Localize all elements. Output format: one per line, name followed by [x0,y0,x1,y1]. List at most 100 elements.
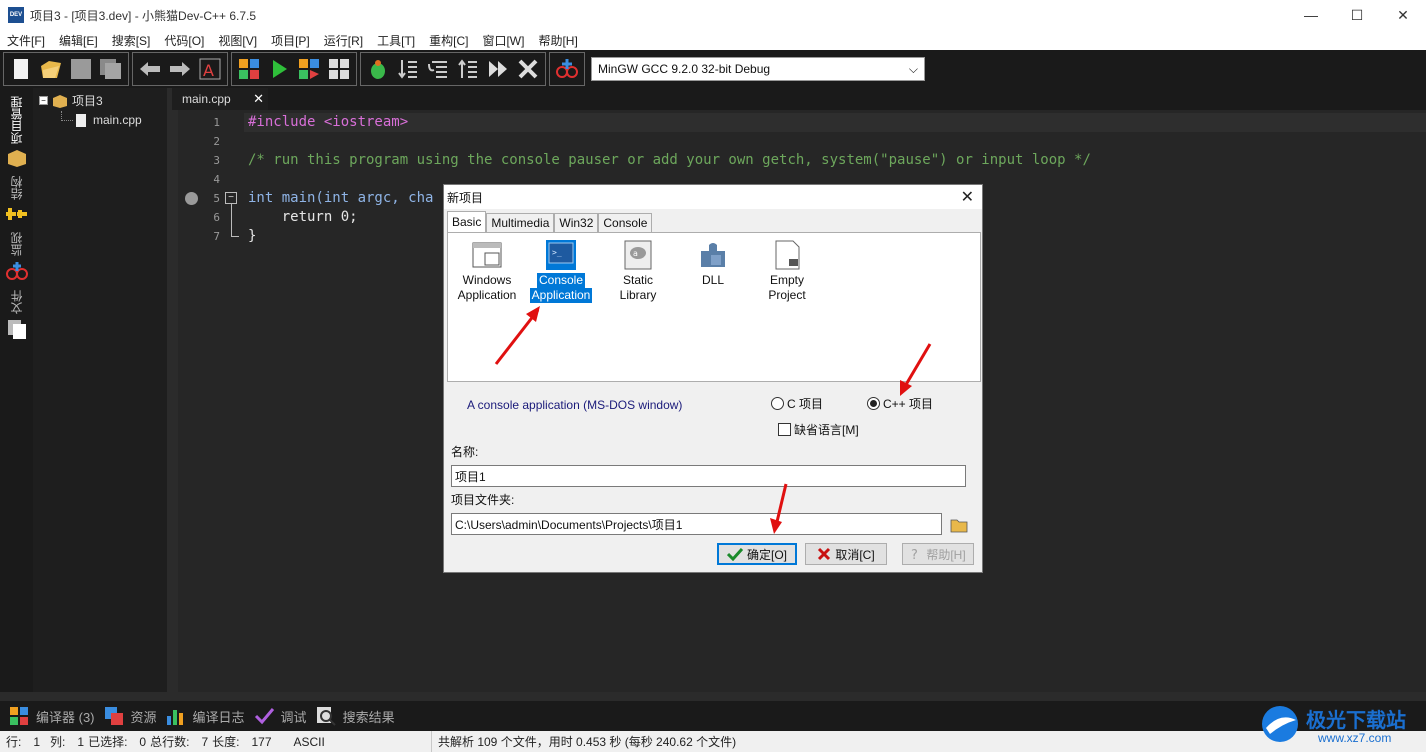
breakpoint-icon[interactable] [185,192,198,205]
add-watch-icon[interactable] [554,56,580,82]
tab-multimedia[interactable]: Multimedia [486,213,555,232]
collapse-icon[interactable]: − [39,96,48,105]
save-all-icon[interactable] [98,56,124,82]
project-name-field[interactable]: 项目1 [451,465,966,487]
tree-node-project[interactable]: − 项目3 [33,91,167,110]
radio-c-circle[interactable] [771,397,784,410]
new-file-icon[interactable] [8,56,34,82]
checkmark-icon [253,705,275,727]
tab-project-manager[interactable]: 项目管理 [0,92,33,168]
step-into-icon[interactable] [395,56,421,82]
default-language-checkbox[interactable]: 缺省语言[M] [778,421,859,438]
save-icon[interactable] [68,56,94,82]
menu-view[interactable]: 视图[V] [211,32,264,49]
tab-compile-log[interactable]: 编译日志 [165,705,245,727]
compile-grid-icon[interactable] [236,56,262,82]
menu-file[interactable]: 文件[F] [0,32,52,49]
run-play-icon[interactable] [266,56,292,82]
tree-node-file[interactable]: main.cpp [33,110,167,129]
tree-connector [61,110,73,121]
line-number: 7 [213,230,220,243]
fold-minus-icon[interactable]: − [225,192,237,204]
template-label: Console [536,273,586,288]
compiler-grid-icon [8,705,30,727]
ok-button[interactable]: 确定[O] [717,543,797,565]
template-dll[interactable]: DLL [680,239,746,288]
radio-cpp-project[interactable]: C++ 项目 [867,395,933,412]
toolbar: A MinGW GCC 9.2.0 32-bit Debug ⌵ [0,50,1426,88]
menu-help[interactable]: 帮助[H] [531,32,584,49]
continue-icon[interactable] [485,56,511,82]
watermark-logo: 极光下载站 www.xz7.com [1258,700,1418,748]
status-bar: 行: 1 列: 1 已选择: 0 总行数: 7 长度: 177 ASCII 共解… [0,731,1426,752]
menu-tools[interactable]: 工具[T] [370,32,422,49]
browse-folder-icon[interactable] [948,514,970,536]
tab-watch[interactable]: 监视 [0,228,33,282]
menu-code[interactable]: 代码[O] [157,32,211,49]
menu-project[interactable]: 项目[P] [264,32,317,49]
tab-compiler[interactable]: 编译器 (3) [8,705,95,727]
status-position: 行: 1 列: 1 已选择: 0 总行数: 7 长度: 177 ASCII [0,731,432,752]
rebuild-grid-icon[interactable] [326,56,352,82]
menu-run[interactable]: 运行[R] [317,32,370,49]
redo-arrow-icon[interactable] [167,56,193,82]
dialog-close-icon[interactable]: ✕ [961,187,974,207]
tab-console[interactable]: Console [598,213,653,232]
project-folder-field[interactable]: C:\Users\admin\Documents\Projects\项目1 [451,513,942,535]
bar-chart-icon [165,705,187,727]
step-out-icon[interactable] [455,56,481,82]
menu-edit[interactable]: 编辑[E] [52,32,105,49]
checkbox-box[interactable] [778,423,791,436]
tab-files[interactable]: 文件 [0,286,33,340]
tab-win32[interactable]: Win32 [554,213,599,232]
status-encoding: ASCII [293,734,325,749]
radio-cpp-circle[interactable] [867,397,880,410]
menu-window[interactable]: 窗口[W] [475,32,531,49]
tab-basic[interactable]: Basic [447,211,487,232]
tab-close-icon[interactable]: ✕ [253,91,264,107]
minimize-button[interactable]: — [1288,0,1334,30]
tab-search-results[interactable]: 搜索结果 [315,705,395,727]
watch-glasses-icon [5,262,28,280]
template-static-library[interactable]: a Static Library [602,239,674,303]
open-folder-icon[interactable] [38,56,64,82]
status-parse-info: 共解析 109 个文件，用时 0.453 秒 (每秒 240.62 个文件) [438,735,737,749]
maximize-button[interactable]: ☐ [1334,0,1380,30]
svg-text:>_: >_ [552,248,562,257]
close-button[interactable]: ✕ [1380,0,1426,30]
menu-search[interactable]: 搜索[S] [105,32,158,49]
tree-project-label: 项目3 [72,94,103,108]
format-text-icon[interactable]: A [197,56,223,82]
status-col-label: 列: [50,735,66,749]
project-icon [7,150,26,167]
stop-x-icon[interactable] [515,56,541,82]
template-console-application[interactable]: >_ Console Application [528,239,594,303]
compile-run-icon[interactable] [296,56,322,82]
debug-bug-icon[interactable] [365,56,391,82]
help-button[interactable]: ? 帮助[H] [902,543,974,565]
compiler-select[interactable]: MinGW GCC 9.2.0 32-bit Debug ⌵ [591,57,925,81]
structure-icon [5,208,27,220]
menu-refactor[interactable]: 重构[C] [422,32,475,49]
editor-tab-bar: main.cpp ✕ [172,88,1426,110]
tab-debug[interactable]: 调试 [253,705,307,727]
tab-structure[interactable]: 结构 [0,172,33,224]
line-number: 4 [213,173,220,186]
template-windows-application[interactable]: Windows Application [454,239,520,303]
code-line-1: #include <iostream> [248,114,409,130]
undo-arrow-icon[interactable] [137,56,163,82]
code-line-5: int main(int argc, cha [248,189,433,208]
status-len: 177 [251,734,272,749]
tab-compile-log-label: 编译日志 [192,709,245,725]
cancel-button[interactable]: 取消[C] [805,543,887,565]
editor-gutter: 1 2 3 4 5 6 7 − [178,110,244,692]
bottom-panel-tabs: 编译器 (3) 资源 编译日志 调试 搜索结果 [0,701,1426,731]
radio-c-project[interactable]: C 项目 [771,395,823,412]
editor-tab-main[interactable]: main.cpp ✕ [172,88,268,110]
step-over-icon[interactable] [425,56,451,82]
new-project-dialog: 新项目 ✕ Basic Multimedia Win32 Console Win… [443,184,983,573]
template-list: Windows Application >_ Console Applicati… [447,232,981,382]
code-line-7: } [248,228,257,244]
template-empty-project[interactable]: Empty Project [754,239,820,303]
tab-resources[interactable]: 资源 [103,705,157,727]
